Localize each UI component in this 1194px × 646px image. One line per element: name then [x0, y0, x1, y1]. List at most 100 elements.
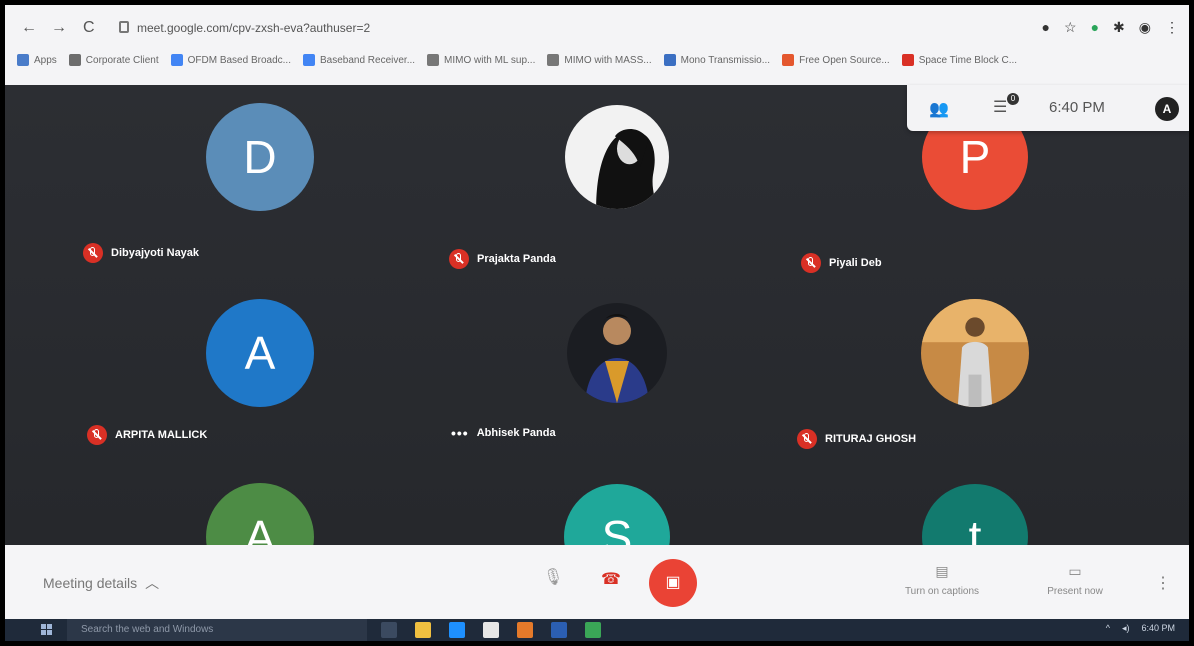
volume-icon[interactable]: ◂) — [1122, 623, 1130, 634]
bookmark-icon — [427, 54, 440, 66]
participant-photo — [921, 299, 1029, 407]
participant-name-tag: Dibyajyoti Nayak — [83, 243, 199, 263]
back-arrow-icon[interactable]: ← — [21, 19, 37, 37]
participant-name-tag: Piyali Deb — [801, 253, 882, 273]
present-now-button[interactable]: ▭ Present now — [1035, 563, 1115, 597]
participant-name-tag: RITURAJ GHOSH — [797, 429, 916, 449]
bookmark-item[interactable]: Apps — [17, 54, 57, 66]
reload-icon[interactable]: C — [83, 19, 95, 37]
user-avatar[interactable]: A — [1155, 97, 1179, 121]
participant-grid: D Dibyajyoti Nayak Prajakta Panda P Piyali D… — [5, 85, 1189, 591]
mic-muted-icon — [83, 243, 103, 263]
hang-up-button[interactable]: ☎ — [601, 569, 621, 589]
bookmark-icon — [170, 54, 183, 66]
participant-name-tag: ARPITA MALLICK — [87, 425, 207, 445]
bookmark-item[interactable]: MIMO with MASS... — [547, 54, 652, 66]
bookmark-icon — [782, 54, 795, 66]
participant-name: Dibyajyoti Nayak — [111, 247, 200, 259]
taskbar-app-icon[interactable] — [585, 622, 601, 638]
tray-arrow-icon[interactable]: ^ — [1106, 623, 1110, 634]
meet-top-panel: 👥 ☰ 0 6:40 PM A — [907, 85, 1189, 131]
participant-name: ARPITA MALLICK — [115, 429, 208, 441]
mic-muted-icon — [87, 425, 107, 445]
bookmark-item[interactable]: Mono Transmissio... — [663, 54, 771, 66]
forward-arrow-icon[interactable]: → — [51, 19, 67, 37]
mic-muted-icon — [449, 249, 469, 269]
participant-photo — [567, 303, 667, 403]
bookmark-item[interactable]: OFDM Based Broadc... — [170, 54, 291, 66]
lock-icon — [119, 21, 129, 33]
present-label: Present now — [1047, 586, 1103, 597]
bookmark-item[interactable]: Free Open Source... — [782, 54, 890, 66]
participant-name-tag: Prajakta Panda — [449, 249, 556, 269]
participant-name-tag: ••• Abhisek Panda — [451, 425, 556, 441]
bookmark-item[interactable]: MIMO with ML sup... — [427, 54, 535, 66]
browser-nav-row: ← → C meet.google.com/cpv-zxsh-eva?authu… — [5, 11, 1189, 45]
taskbar-app-icon[interactable] — [415, 622, 431, 638]
bookmark-label: Baseband Receiver... — [319, 54, 416, 66]
chat-count-badge: 0 — [1007, 93, 1019, 105]
more-options-icon[interactable]: ⋮ — [1155, 573, 1171, 593]
speaking-dots-icon: ••• — [451, 425, 469, 441]
microphone-button[interactable]: 🎙 — [543, 567, 563, 587]
chevron-up-icon: ︿ — [145, 575, 160, 591]
bookmark-label: Corporate Client — [85, 54, 159, 66]
people-icon[interactable]: 👥 — [929, 99, 949, 119]
browser-extension-icons: ● ☆ ● ✱ ◉ ⋮ — [1042, 19, 1179, 36]
extension-icon[interactable]: ● — [1091, 19, 1099, 36]
bookmark-icon — [68, 54, 81, 66]
bookmark-item[interactable]: Corporate Client — [68, 54, 159, 66]
meeting-details-button[interactable]: Meeting details ︿ — [43, 573, 159, 593]
participant-name: RITURAJ GHOSH — [825, 433, 917, 445]
participant-avatar: A — [206, 299, 314, 407]
taskbar-clock: 6:40 PM — [1141, 623, 1175, 633]
bookmark-item[interactable]: Space Time Block C... — [901, 54, 1018, 66]
star-icon[interactable]: ☆ — [1064, 19, 1077, 36]
cast-icon[interactable]: ● — [1042, 19, 1050, 36]
captions-icon: ▤ — [935, 563, 949, 579]
bookmark-icon — [901, 54, 914, 66]
bookmark-label: Mono Transmissio... — [680, 54, 771, 66]
taskbar-app-icon[interactable] — [517, 622, 533, 638]
taskbar-search-box[interactable]: Search the web and Windows — [67, 619, 367, 641]
profile-icon[interactable]: ◉ — [1139, 19, 1151, 36]
captions-label: Turn on captions — [904, 586, 980, 597]
address-bar[interactable]: meet.google.com/cpv-zxsh-eva?authuser=2 — [115, 17, 635, 41]
taskbar-app-icon[interactable] — [449, 622, 465, 638]
bookmark-icon — [663, 54, 676, 66]
menu-dots-icon[interactable]: ⋮ — [1165, 19, 1179, 36]
meeting-clock: 6:40 PM — [1049, 99, 1105, 116]
mic-muted-icon — [797, 429, 817, 449]
bookmark-icon — [302, 54, 315, 66]
meeting-controls-bar: Meeting details ︿ 🎙 ☎ ▣ ▤ Turn on captio… — [5, 545, 1189, 619]
bookmark-label: Free Open Source... — [799, 54, 890, 66]
captions-button[interactable]: ▤ Turn on captions — [897, 563, 987, 597]
bookmark-icon — [17, 54, 29, 66]
screen-frame: ← → C meet.google.com/cpv-zxsh-eva?authu… — [0, 0, 1194, 646]
bookmark-icon — [547, 54, 560, 66]
windows-taskbar: Search the web and Windows ^ ◂) 6:40 PM — [5, 619, 1189, 641]
mic-muted-icon — [801, 253, 821, 273]
url-text: meet.google.com/cpv-zxsh-eva?authuser=2 — [137, 21, 371, 35]
bookmark-label: Apps — [34, 54, 57, 66]
participant-name: Piyali Deb — [829, 257, 882, 269]
bookmark-label: Space Time Block C... — [918, 54, 1018, 66]
participant-avatar: D — [206, 103, 314, 211]
participant-name: Abhisek Panda — [476, 427, 556, 439]
taskbar-apps — [381, 622, 601, 638]
bookmark-label: OFDM Based Broadc... — [187, 54, 291, 66]
browser-chrome: ← → C meet.google.com/cpv-zxsh-eva?authu… — [5, 5, 1189, 85]
camera-off-button[interactable]: ▣ — [649, 559, 697, 607]
chat-icon[interactable]: ☰ — [993, 97, 1007, 117]
present-icon: ▭ — [1068, 563, 1082, 579]
windows-start-icon[interactable] — [41, 624, 53, 636]
bookmark-item[interactable]: Baseband Receiver... — [302, 54, 416, 66]
taskbar-app-icon[interactable] — [381, 622, 397, 638]
taskbar-app-icon[interactable] — [483, 622, 499, 638]
bookmark-label: MIMO with ML sup... — [444, 54, 536, 66]
participant-name: Prajakta Panda — [477, 253, 556, 265]
meeting-details-label: Meeting details — [43, 575, 138, 591]
taskbar-app-icon[interactable] — [551, 622, 567, 638]
bookmark-label: MIMO with MASS... — [564, 54, 652, 66]
puzzle-icon[interactable]: ✱ — [1113, 19, 1125, 36]
